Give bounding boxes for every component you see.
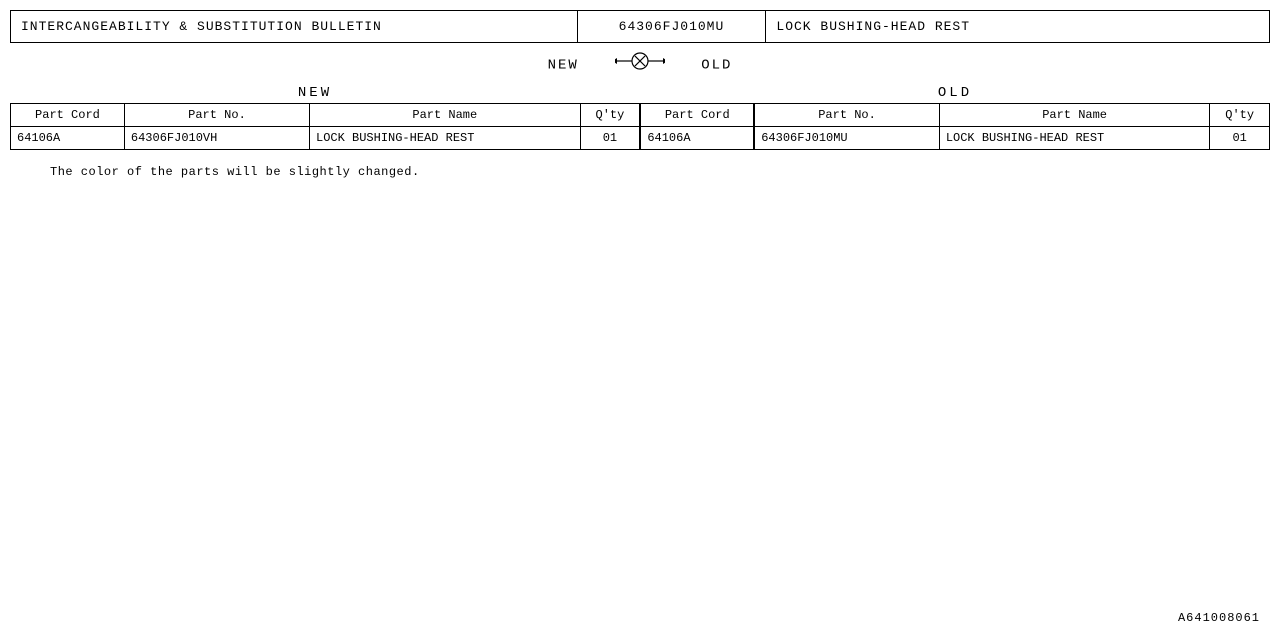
new-section-label: NEW bbox=[10, 85, 640, 101]
document-number: A641008061 bbox=[1178, 611, 1260, 625]
header-table: INTERCANGEABILITY & SUBSTITUTION BULLETI… bbox=[10, 10, 1270, 43]
section-labels: NEW OLD bbox=[10, 85, 1270, 101]
main-data-table: Part Cord Part No. Part Name Q'ty Part C… bbox=[10, 103, 1270, 150]
new-label-inline: NEW bbox=[548, 58, 579, 74]
old-part-cord: 64106A bbox=[640, 127, 754, 150]
new-part-no: 64306FJ010VH bbox=[124, 127, 309, 150]
new-qty: 01 bbox=[580, 127, 640, 150]
header-description: LOCK BUSHING-HEAD REST bbox=[766, 11, 1270, 43]
th-old-part-no: Part No. bbox=[754, 104, 939, 127]
new-part-cord: 64106A bbox=[11, 127, 125, 150]
old-label-inline: OLD bbox=[701, 58, 732, 74]
old-part-name: LOCK BUSHING-HEAD REST bbox=[939, 127, 1210, 150]
header-part-number: 64306FJ010MU bbox=[577, 11, 766, 43]
th-new-qty: Q'ty bbox=[580, 104, 640, 127]
old-part-no: 64306FJ010MU bbox=[754, 127, 939, 150]
note-text: The color of the parts will be slightly … bbox=[50, 165, 1270, 179]
new-part-name: LOCK BUSHING-HEAD REST bbox=[310, 127, 581, 150]
th-old-qty: Q'ty bbox=[1210, 104, 1270, 127]
page-container: INTERCANGEABILITY & SUBSTITUTION BULLETI… bbox=[0, 0, 1280, 640]
th-old-part-cord: Part Cord bbox=[640, 104, 754, 127]
new-old-indicator: NEW OLD bbox=[10, 51, 1270, 79]
th-new-part-name: Part Name bbox=[310, 104, 581, 127]
th-old-part-name: Part Name bbox=[939, 104, 1210, 127]
old-qty: 01 bbox=[1210, 127, 1270, 150]
th-new-part-no: Part No. bbox=[124, 104, 309, 127]
th-new-part-cord: Part Cord bbox=[11, 104, 125, 127]
header-bulletin: INTERCANGEABILITY & SUBSTITUTION BULLETI… bbox=[11, 11, 578, 43]
old-section-label: OLD bbox=[640, 85, 1270, 101]
table-row: 64106A 64306FJ010VH LOCK BUSHING-HEAD RE… bbox=[11, 127, 1270, 150]
exchange-icon bbox=[615, 51, 665, 79]
